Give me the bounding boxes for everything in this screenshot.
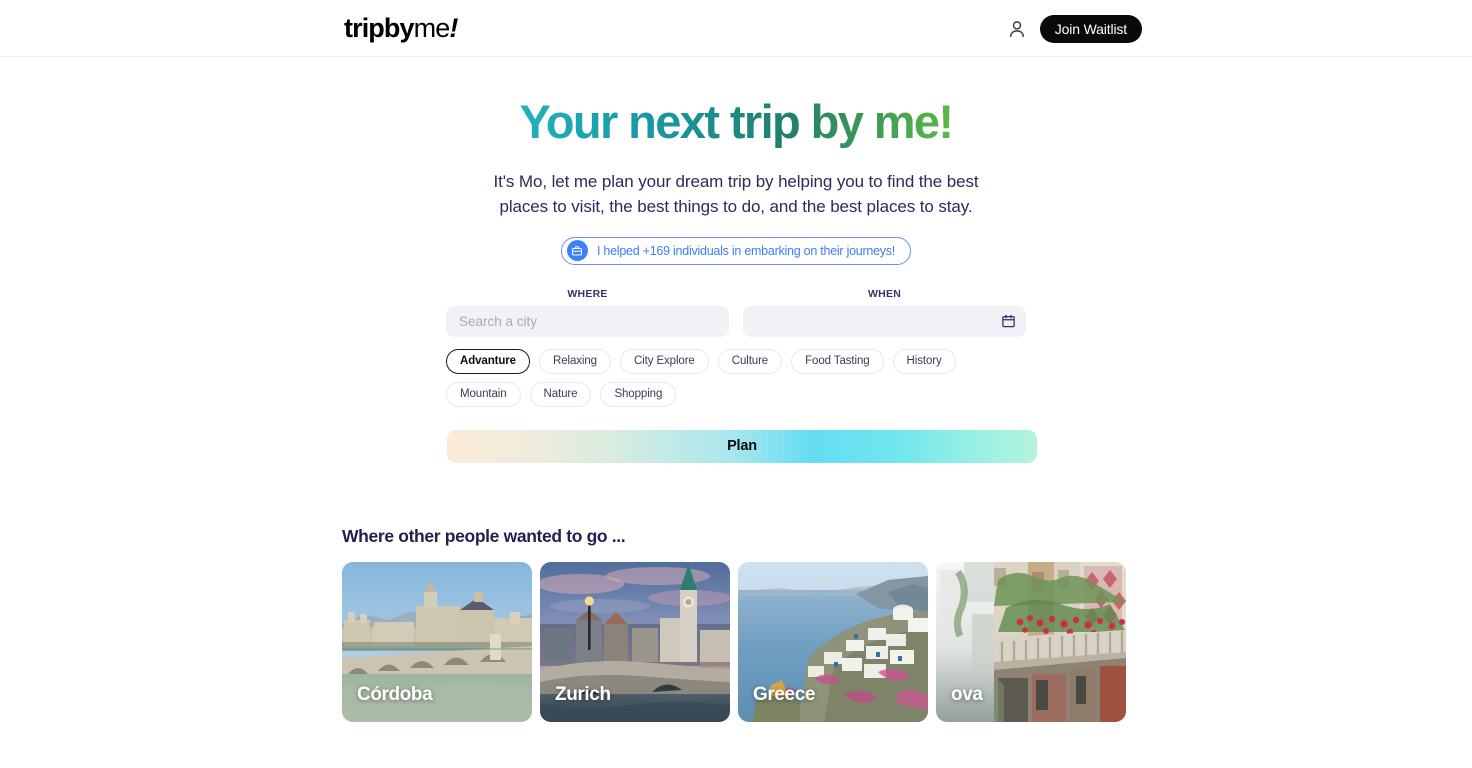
logo-part-me: me [413,13,451,43]
destination-card-greece[interactable]: Greece [738,561,928,722]
when-input-shell [743,305,1026,337]
destination-card-cordoba[interactable]: Córdoba [342,561,532,722]
helped-count-text: I helped +169 individuals in embarking o… [596,243,896,258]
site-header: tripbyme! Join Waitlist [0,0,1472,57]
plan-button[interactable]: Plan [447,429,1037,463]
where-field-group: WHERE [446,288,729,337]
suitcase-icon [566,240,588,262]
form-fields-row: WHERE WHEN [446,288,1026,337]
padova-image [936,561,1126,722]
cordoba-image [342,561,532,722]
logo[interactable]: tripbyme! [344,13,458,43]
tag-culture[interactable]: Culture [717,348,783,374]
tag-history[interactable]: History [892,348,956,374]
destination-cards: Córdoba Zurich Greece ova [342,561,1128,722]
destinations-title: Where other people wanted to go ... [342,525,626,546]
tag-food-tasting[interactable]: Food Tasting [791,348,884,374]
tag-city-explore[interactable]: City Explore [619,348,709,374]
destination-card-zurich[interactable]: Zurich [540,561,730,722]
destinations-section: Where other people wanted to go ... Córd… [342,526,1128,722]
where-label: WHERE [567,287,608,300]
helped-count-badge[interactable]: I helped +169 individuals in embarking o… [560,236,912,265]
where-input-shell [446,305,729,337]
tag-relaxing[interactable]: Relaxing [538,348,611,374]
date-input[interactable] [743,305,1026,337]
logo-part-exclaim: ! [449,13,458,43]
hero-subtitle: It's Mo, let me plan your dream trip by … [493,171,979,216]
join-waitlist-button[interactable]: Join Waitlist [1039,14,1142,43]
greece-image [738,561,928,722]
hero-section: Your next trip by me! It's Mo, let me pl… [0,57,1472,463]
header-actions: Join Waitlist [1006,0,1142,57]
when-field-group: WHEN [743,288,1026,337]
tag-shopping[interactable]: Shopping [600,381,677,407]
tag-mountain[interactable]: Mountain [446,381,521,407]
tag-advanture[interactable]: Advanture [446,348,530,374]
search-city-input[interactable] [446,305,729,337]
person-icon[interactable] [1006,18,1028,40]
zurich-image [540,561,730,722]
calendar-icon[interactable] [1001,314,1016,329]
when-label: WHEN [867,287,902,300]
page-title: Your next trip by me! [519,95,955,148]
destination-card-padova[interactable]: ova [936,561,1126,722]
trip-search-form: WHERE WHEN [446,288,1037,463]
logo-part-trip: tripby [344,13,415,43]
badge-row: I helped +169 individuals in embarking o… [0,236,1472,265]
interest-tags: Advanture Relaxing City Explore Culture … [446,348,1006,407]
tag-nature[interactable]: Nature [529,381,592,407]
